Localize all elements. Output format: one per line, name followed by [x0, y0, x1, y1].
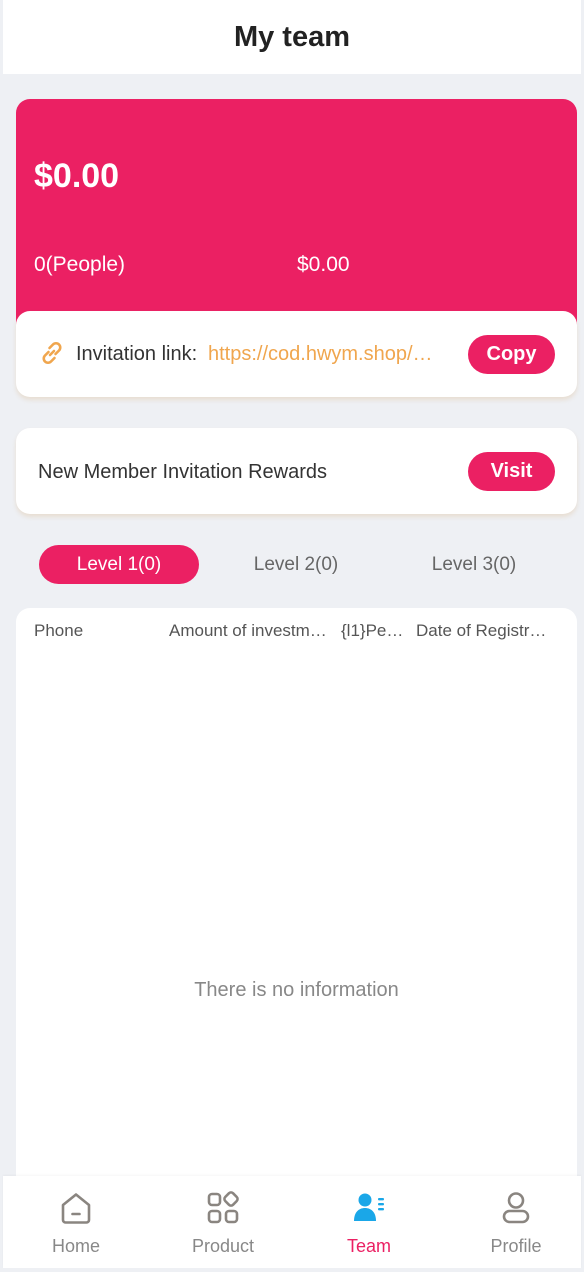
column-header-investment: Amount of investm…: [169, 621, 327, 640]
home-icon: [61, 1193, 91, 1224]
rewards-label: New Member Invitation Rewards: [38, 461, 327, 483]
tab-level-2[interactable]: Level 2(0): [216, 545, 376, 584]
balance-card: $0.00 0(People) $0.00: [16, 99, 577, 339]
column-header-phone: Phone: [34, 621, 84, 640]
tab-level-3[interactable]: Level 3(0): [394, 545, 554, 584]
rewards-card: New Member Invitation Rewards Visit: [16, 428, 577, 514]
copy-button[interactable]: Copy: [468, 335, 555, 374]
team-icon: [354, 1193, 384, 1221]
empty-state-text: There is no information: [194, 979, 399, 1001]
app-frame: My team $0.00 0(People) $0.00 Invitation…: [3, 0, 581, 1268]
team-table: Phone Amount of investm… {l1}Pe… Date of…: [16, 608, 577, 1188]
invitation-link-label: Invitation link:: [76, 343, 198, 365]
nav-label-product: Product: [191, 1236, 255, 1256]
nav-label-home: Home: [51, 1236, 100, 1256]
invitation-card: Invitation link: https://cod.hwym.shop/……: [16, 311, 577, 397]
nav-label-profile: Profile: [490, 1236, 542, 1256]
page-title: My team: [233, 20, 351, 53]
team-total-amount: $0.00: [34, 157, 120, 195]
team-income-amount: $0.00: [297, 253, 350, 276]
level-tabs: Level 1(0) Level 2(0) Level 3(0): [3, 545, 581, 585]
nav-item-product[interactable]: Product: [150, 1176, 296, 1268]
nav-item-profile[interactable]: Profile: [443, 1176, 584, 1268]
link-icon: [42, 341, 62, 365]
invitation-link-url[interactable]: https://cod.hwym.shop/…: [208, 343, 453, 366]
user-icon: [502, 1192, 530, 1224]
visit-button[interactable]: Visit: [468, 452, 555, 491]
team-people-count: 0(People): [34, 253, 126, 276]
nav-item-home[interactable]: Home: [3, 1176, 149, 1268]
nav-item-team[interactable]: Team: [296, 1176, 442, 1268]
bottom-nav: Home Product Team Profile: [3, 1176, 581, 1268]
column-header-registration-date: Date of Registr…: [416, 621, 547, 640]
header: My team: [3, 0, 581, 74]
column-header-people: {l1}Pe…: [341, 621, 404, 640]
tab-level-1[interactable]: Level 1(0): [39, 545, 199, 584]
grid-icon: [207, 1191, 239, 1224]
nav-label-team: Team: [346, 1236, 391, 1256]
